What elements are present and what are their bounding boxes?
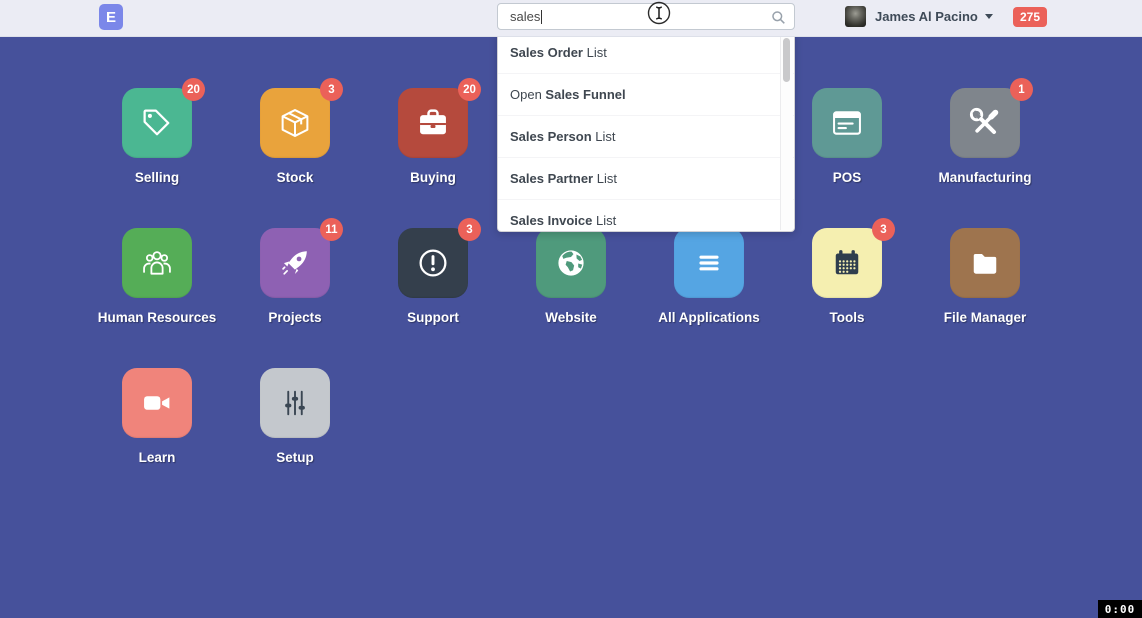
module-tile-stock[interactable]: 3 — [260, 88, 330, 158]
search-suggestion-item[interactable]: Sales Order List — [498, 32, 794, 74]
search-suggestion-item[interactable]: Sales Person List — [498, 116, 794, 158]
module-tile-website[interactable] — [536, 228, 606, 298]
module-count-badge: 3 — [320, 78, 343, 101]
module-label: All Applications — [658, 310, 760, 325]
module-tile-learn[interactable] — [122, 368, 192, 438]
search-icon — [771, 10, 786, 30]
module-label: Selling — [135, 170, 179, 185]
dropdown-scrollbar-track — [780, 33, 793, 230]
module-tile-selling[interactable]: 20 — [122, 88, 192, 158]
folder-icon — [967, 245, 1003, 281]
module-label: Projects — [268, 310, 321, 325]
pos-screen-icon — [829, 105, 865, 141]
module-label: Human Resources — [98, 310, 217, 325]
box-icon — [277, 105, 313, 141]
desk-page: E sales James Al Pacino — [0, 0, 1142, 618]
module-cell-buying: 20 Buying — [364, 88, 502, 185]
user-name: James Al Pacino — [875, 9, 978, 24]
module-tile-setup[interactable] — [260, 368, 330, 438]
module-cell-stock: 3 Stock — [226, 88, 364, 185]
search-suggestion-item[interactable]: Sales Invoice List — [498, 200, 794, 232]
navbar: E sales James Al Pacino — [0, 0, 1142, 37]
module-cell-support: 3 Support — [364, 228, 502, 325]
module-count-badge: 11 — [320, 218, 343, 241]
tools-crossed-icon — [967, 105, 1003, 141]
briefcase-icon — [415, 105, 451, 141]
module-label: POS — [833, 170, 862, 185]
search-value: sales — [510, 9, 540, 24]
module-count-badge: 3 — [872, 218, 895, 241]
module-tile-support[interactable]: 3 — [398, 228, 468, 298]
module-label: File Manager — [944, 310, 1027, 325]
search-suggestion-item[interactable]: Sales Partner List — [498, 158, 794, 200]
text-caret — [541, 10, 542, 24]
search-suggestion-item[interactable]: Open Sales Funnel — [498, 74, 794, 116]
module-label: Stock — [277, 170, 314, 185]
notification-count-badge[interactable]: 275 — [1013, 7, 1047, 27]
module-tile-human-resources[interactable] — [122, 228, 192, 298]
exclamation-circle-icon — [415, 245, 451, 281]
module-tile-all-applications[interactable] — [674, 228, 744, 298]
app-logo[interactable]: E — [99, 4, 123, 30]
video-camera-icon — [139, 385, 175, 421]
module-cell-selling: 20 Selling — [88, 88, 226, 185]
module-cell-setup: Setup — [226, 368, 364, 465]
recording-timer: 0:00 — [1098, 600, 1142, 618]
module-label: Tools — [830, 310, 865, 325]
module-cell-all-applications: All Applications — [640, 228, 778, 325]
module-cell-tools: 3 Tools — [778, 228, 916, 325]
module-count-badge: 3 — [458, 218, 481, 241]
module-tile-buying[interactable]: 20 — [398, 88, 468, 158]
calendar-icon — [829, 245, 865, 281]
module-count-badge: 1 — [1010, 78, 1033, 101]
module-label: Setup — [276, 450, 314, 465]
search-suggestions-dropdown: Sales Order ListOpen Sales FunnelSales P… — [497, 31, 795, 232]
chevron-down-icon — [985, 14, 993, 19]
module-tile-file-manager[interactable] — [950, 228, 1020, 298]
module-row: Learn Setup — [88, 368, 1054, 465]
module-cell-human-resources: Human Resources — [88, 228, 226, 325]
module-label: Learn — [139, 450, 176, 465]
module-count-badge: 20 — [182, 78, 205, 101]
module-label: Buying — [410, 170, 456, 185]
module-cell-projects: 11 Projects — [226, 228, 364, 325]
globe-icon — [553, 245, 589, 281]
module-cell-pos: POS — [778, 88, 916, 185]
tag-icon — [139, 105, 175, 141]
module-cell-manufacturing: 1 Manufacturing — [916, 88, 1054, 185]
module-tile-manufacturing[interactable]: 1 — [950, 88, 1020, 158]
rocket-icon — [277, 245, 313, 281]
sliders-icon — [277, 385, 313, 421]
module-label: Support — [407, 310, 459, 325]
people-group-icon — [139, 245, 175, 281]
user-menu[interactable]: James Al Pacino — [845, 6, 993, 27]
module-cell-learn: Learn — [88, 368, 226, 465]
user-avatar — [845, 6, 866, 27]
mouse-ibeam-cursor — [646, 1, 672, 32]
module-count-badge: 20 — [458, 78, 481, 101]
module-label: Website — [545, 310, 597, 325]
module-cell-website: Website — [502, 228, 640, 325]
module-cell-file-manager: File Manager — [916, 228, 1054, 325]
module-tile-tools[interactable]: 3 — [812, 228, 882, 298]
module-tile-projects[interactable]: 11 — [260, 228, 330, 298]
module-tile-pos[interactable] — [812, 88, 882, 158]
hamburger-menu-icon — [691, 245, 727, 281]
module-row: Human Resources 11 Projects 3 Support Webs… — [88, 228, 1054, 325]
module-label: Manufacturing — [939, 170, 1032, 185]
dropdown-scrollbar-thumb[interactable] — [783, 38, 790, 82]
